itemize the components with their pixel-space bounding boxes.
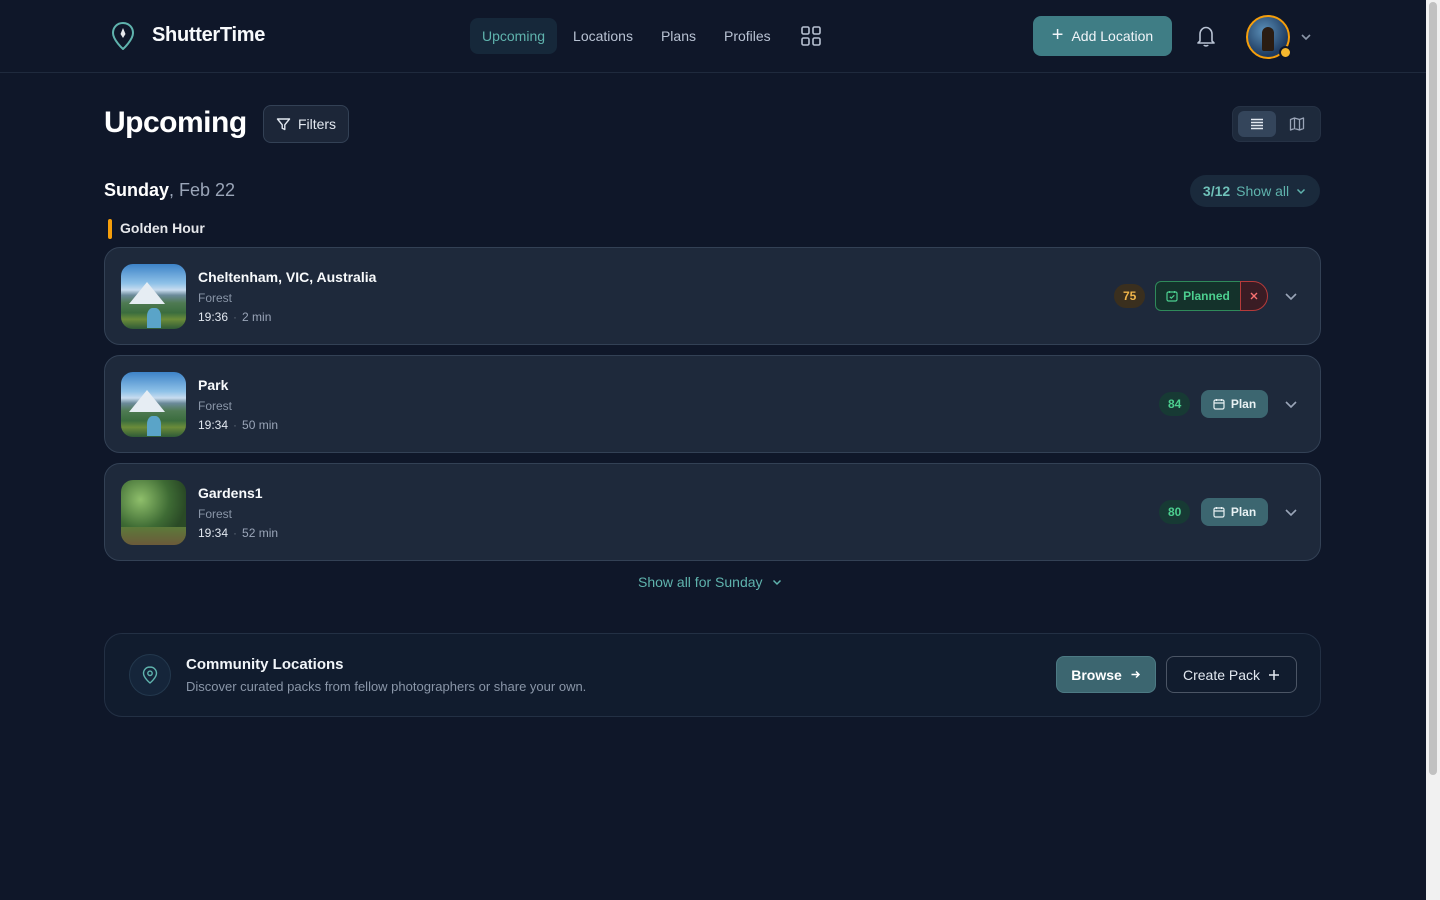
app-name[interactable]: ShutterTime (152, 24, 265, 47)
plan-button[interactable]: Plan (1201, 390, 1268, 418)
duration: 52 min (242, 526, 279, 540)
add-location-label: Add Location (1071, 28, 1154, 44)
page-scrollbar[interactable] (1426, 0, 1440, 900)
visible-count: 3/12 (1202, 183, 1231, 199)
score-badge: 80 (1159, 500, 1191, 524)
chevron-down-icon[interactable] (1283, 396, 1299, 412)
location-thumbnail (121, 372, 186, 437)
plus-icon: + (1051, 24, 1064, 46)
start-time: 19:36 (198, 310, 229, 324)
location-name: Gardens1 (198, 485, 263, 501)
plan-label: Plan (1230, 505, 1257, 519)
chevron-down-icon[interactable] (1299, 30, 1313, 44)
add-location-button[interactable]: + Add Location (1033, 16, 1172, 56)
location-type: Forest (198, 291, 233, 305)
map-view-button[interactable] (1278, 111, 1316, 137)
location-thumbnail (121, 480, 186, 545)
start-time: 19:34 (198, 526, 229, 540)
nav-profiles[interactable]: Profiles (712, 18, 783, 54)
show-all-for-day-button[interactable]: Show all for Sunday (638, 574, 783, 590)
grid-icon[interactable] (800, 25, 822, 47)
location-card[interactable]: Park Forest 19:34 · 50 min 84 Plan (104, 355, 1321, 453)
list-view-button[interactable] (1238, 111, 1276, 137)
map-icon (1289, 117, 1305, 131)
score-badge: 75 (1114, 284, 1146, 308)
day-weekday: Sunday (104, 180, 170, 200)
main-nav: Upcoming Locations Plans Profiles (470, 18, 787, 54)
filter-icon (276, 117, 291, 130)
planned-label: Planned (1183, 289, 1230, 303)
location-type: Forest (198, 399, 233, 413)
section-label: Golden Hour (120, 220, 205, 236)
location-pin-icon (129, 654, 171, 696)
golden-hour-indicator (108, 219, 112, 239)
nav-locations[interactable]: Locations (561, 18, 645, 54)
app-page: ShutterTime Upcoming Locations Plans Pro… (0, 0, 1426, 900)
top-header: ShutterTime Upcoming Locations Plans Pro… (0, 0, 1426, 73)
avatar-status-badge (1279, 46, 1292, 59)
page-title: Upcoming (104, 106, 247, 139)
chevron-down-icon[interactable] (1283, 288, 1299, 304)
browse-label: Browse (1071, 666, 1122, 683)
location-thumbnail (121, 264, 186, 329)
duration: 50 min (242, 418, 279, 432)
view-toggle (1232, 106, 1321, 142)
show-more-label: Show all for Sunday (638, 574, 763, 590)
day-date: , Feb 22 (169, 180, 236, 200)
calendar-icon (1213, 399, 1225, 410)
calendar-check-icon (1166, 291, 1178, 302)
start-time: 19:34 (198, 418, 229, 432)
calendar-icon (1213, 507, 1225, 518)
planned-button[interactable]: Planned (1155, 281, 1241, 311)
create-pack-button[interactable]: Create Pack (1166, 656, 1297, 693)
location-pin-logo-icon[interactable] (111, 22, 135, 50)
nav-upcoming[interactable]: Upcoming (470, 18, 558, 54)
location-card[interactable]: Cheltenham, VIC, Australia Forest 19:36 ·… (104, 247, 1321, 345)
community-locations-panel: Community Locations Discover curated pac… (104, 633, 1321, 717)
location-type: Forest (198, 507, 233, 521)
location-time: 19:36 · 2 min (198, 310, 272, 324)
plus-icon (1269, 669, 1280, 680)
community-description: Discover curated packs from fellow photo… (186, 679, 587, 694)
location-name: Cheltenham, VIC, Australia (198, 269, 377, 285)
community-title: Community Locations (186, 656, 344, 673)
show-all-toggle[interactable]: 3/12 Show all (1190, 175, 1320, 207)
scrollbar-thumb[interactable] (1429, 2, 1437, 775)
filters-label: Filters (297, 116, 337, 132)
chevron-down-icon (772, 579, 781, 586)
chevron-down-icon (1297, 188, 1306, 195)
create-pack-label: Create Pack (1182, 666, 1261, 683)
bell-icon[interactable] (1195, 24, 1217, 48)
location-card[interactable]: Gardens1 Forest 19:34 · 52 min 80 Plan (104, 463, 1321, 561)
filters-button[interactable]: Filters (263, 105, 349, 143)
chevron-down-icon[interactable] (1283, 504, 1299, 520)
arrow-right-icon (1131, 670, 1140, 679)
score-badge: 84 (1159, 392, 1191, 416)
plan-button[interactable]: Plan (1201, 498, 1268, 526)
location-time: 19:34 · 50 min (198, 418, 279, 432)
duration: 2 min (242, 310, 272, 324)
location-time: 19:34 · 52 min (198, 526, 279, 540)
location-name: Park (198, 377, 229, 393)
close-icon (1250, 292, 1258, 300)
list-icon (1251, 118, 1263, 130)
plan-label: Plan (1230, 397, 1257, 411)
remove-plan-button[interactable] (1240, 281, 1268, 311)
day-heading: Sunday, Feb 22 (104, 180, 235, 201)
show-all-label: Show all (1236, 183, 1290, 199)
browse-button[interactable]: Browse (1056, 656, 1156, 693)
nav-plans[interactable]: Plans (649, 18, 708, 54)
